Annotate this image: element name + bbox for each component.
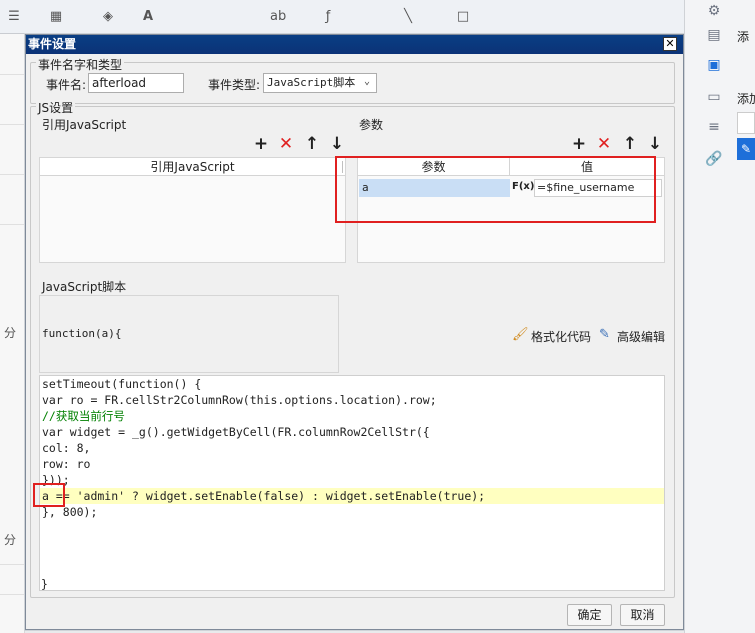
settings-icon[interactable]: ⚙ bbox=[705, 2, 723, 20]
ref-js-column-header: 引用JavaScript bbox=[40, 158, 345, 176]
align-icon[interactable]: ☰ bbox=[6, 9, 22, 25]
side-label: 添 bbox=[737, 30, 750, 44]
event-name-label: 事件名: bbox=[46, 78, 87, 92]
code-line: row: ro bbox=[42, 457, 91, 471]
code-comment: //获取当前行号 bbox=[42, 409, 125, 423]
font-color-icon[interactable]: A bbox=[140, 9, 156, 25]
code-line: var ro = FR.cellStr2ColumnRow(this.optio… bbox=[42, 393, 437, 407]
params-title: 参数 bbox=[359, 118, 384, 132]
text-icon[interactable]: ab bbox=[270, 9, 286, 25]
layer-icon[interactable]: ≡ bbox=[705, 118, 723, 136]
frame-icon[interactable]: □ bbox=[455, 9, 471, 25]
background-side-panel: ⚙ ▤ ▣ ▭ ≡ 🔗 添 添加 ✎ bbox=[684, 0, 755, 633]
highlight-params-box bbox=[335, 156, 656, 223]
sheet-label: 分 bbox=[4, 326, 17, 340]
code-editor[interactable]: setTimeout(function() { var ro = FR.cell… bbox=[39, 375, 665, 591]
function-signature: function(a){ bbox=[42, 327, 122, 340]
add-param-button[interactable]: + bbox=[571, 135, 587, 153]
event-type-label: 事件类型: bbox=[208, 78, 261, 92]
function-signature-panel: function(a){ bbox=[39, 295, 339, 373]
dialog-title: 事件设置 bbox=[26, 35, 683, 54]
move-down-ref-js-button[interactable]: ↓ bbox=[329, 135, 345, 153]
event-name-field[interactable]: afterload bbox=[88, 73, 184, 93]
ok-button[interactable]: 确定 bbox=[567, 604, 612, 626]
move-down-param-button[interactable]: ↓ bbox=[647, 135, 663, 153]
cancel-button[interactable]: 取消 bbox=[620, 604, 665, 626]
background-toolbar: ☰ ▦ ◈ A ab ƒ ╲ □ bbox=[0, 0, 700, 34]
event-settings-dialog: 事件设置 ✕ 事件名字和类型 事件名: afterload 事件类型: Java… bbox=[25, 34, 684, 630]
widget-icon[interactable]: ▣ bbox=[705, 56, 723, 74]
script-title: JavaScript脚本 bbox=[42, 280, 127, 294]
edit-icon: ✎ bbox=[599, 327, 610, 342]
code-line: setTimeout(function() { bbox=[42, 377, 202, 391]
ref-js-title: 引用JavaScript bbox=[42, 118, 127, 132]
link-icon[interactable]: 🔗 bbox=[705, 150, 723, 168]
closing-brace: } bbox=[41, 577, 48, 591]
formula-icon[interactable]: ƒ bbox=[320, 9, 336, 25]
highlight-variable-box bbox=[33, 483, 65, 507]
ref-js-table[interactable]: 引用JavaScript bbox=[39, 157, 346, 263]
cell-icon[interactable]: ▤ bbox=[705, 26, 723, 44]
delete-ref-js-button[interactable]: ✕ bbox=[278, 135, 294, 153]
event-type-select[interactable]: JavaScript脚本 ⌄ bbox=[263, 73, 377, 93]
delete-param-button[interactable]: ✕ bbox=[596, 135, 612, 153]
close-button[interactable]: ✕ bbox=[663, 37, 677, 51]
event-type-value: JavaScript脚本 bbox=[267, 76, 356, 89]
js-settings-group-title: JS设置 bbox=[36, 99, 76, 116]
border-icon[interactable]: ▦ bbox=[48, 9, 64, 25]
code-line-current: a == 'admin' ? widget.setEnable(false) :… bbox=[42, 489, 486, 503]
chevron-down-icon: ⌄ bbox=[363, 76, 371, 87]
name-type-group-title: 事件名字和类型 bbox=[36, 56, 125, 73]
move-up-param-button[interactable]: ↑ bbox=[622, 135, 638, 153]
background-sheet: 分 分 bbox=[0, 34, 25, 633]
condition-icon[interactable]: ▭ bbox=[705, 88, 723, 106]
format-code-button[interactable]: 格式化代码 bbox=[531, 328, 591, 345]
brush-icon: 🖌 bbox=[512, 327, 529, 342]
edit-icon[interactable]: ✎ bbox=[737, 138, 755, 160]
code-line: var widget = _g().getWidgetByCell(FR.col… bbox=[42, 425, 430, 439]
side-label: 添加 bbox=[737, 92, 755, 106]
code-line: col: 8, bbox=[42, 441, 91, 455]
doc-icon[interactable] bbox=[737, 112, 755, 134]
advanced-edit-button[interactable]: 高级编辑 bbox=[617, 328, 665, 345]
chart-icon[interactable]: ╲ bbox=[400, 9, 416, 25]
add-ref-js-button[interactable]: + bbox=[253, 135, 269, 153]
fill-color-icon[interactable]: ◈ bbox=[100, 9, 116, 25]
sheet-label: 分 bbox=[4, 533, 17, 547]
move-up-ref-js-button[interactable]: ↑ bbox=[304, 135, 320, 153]
